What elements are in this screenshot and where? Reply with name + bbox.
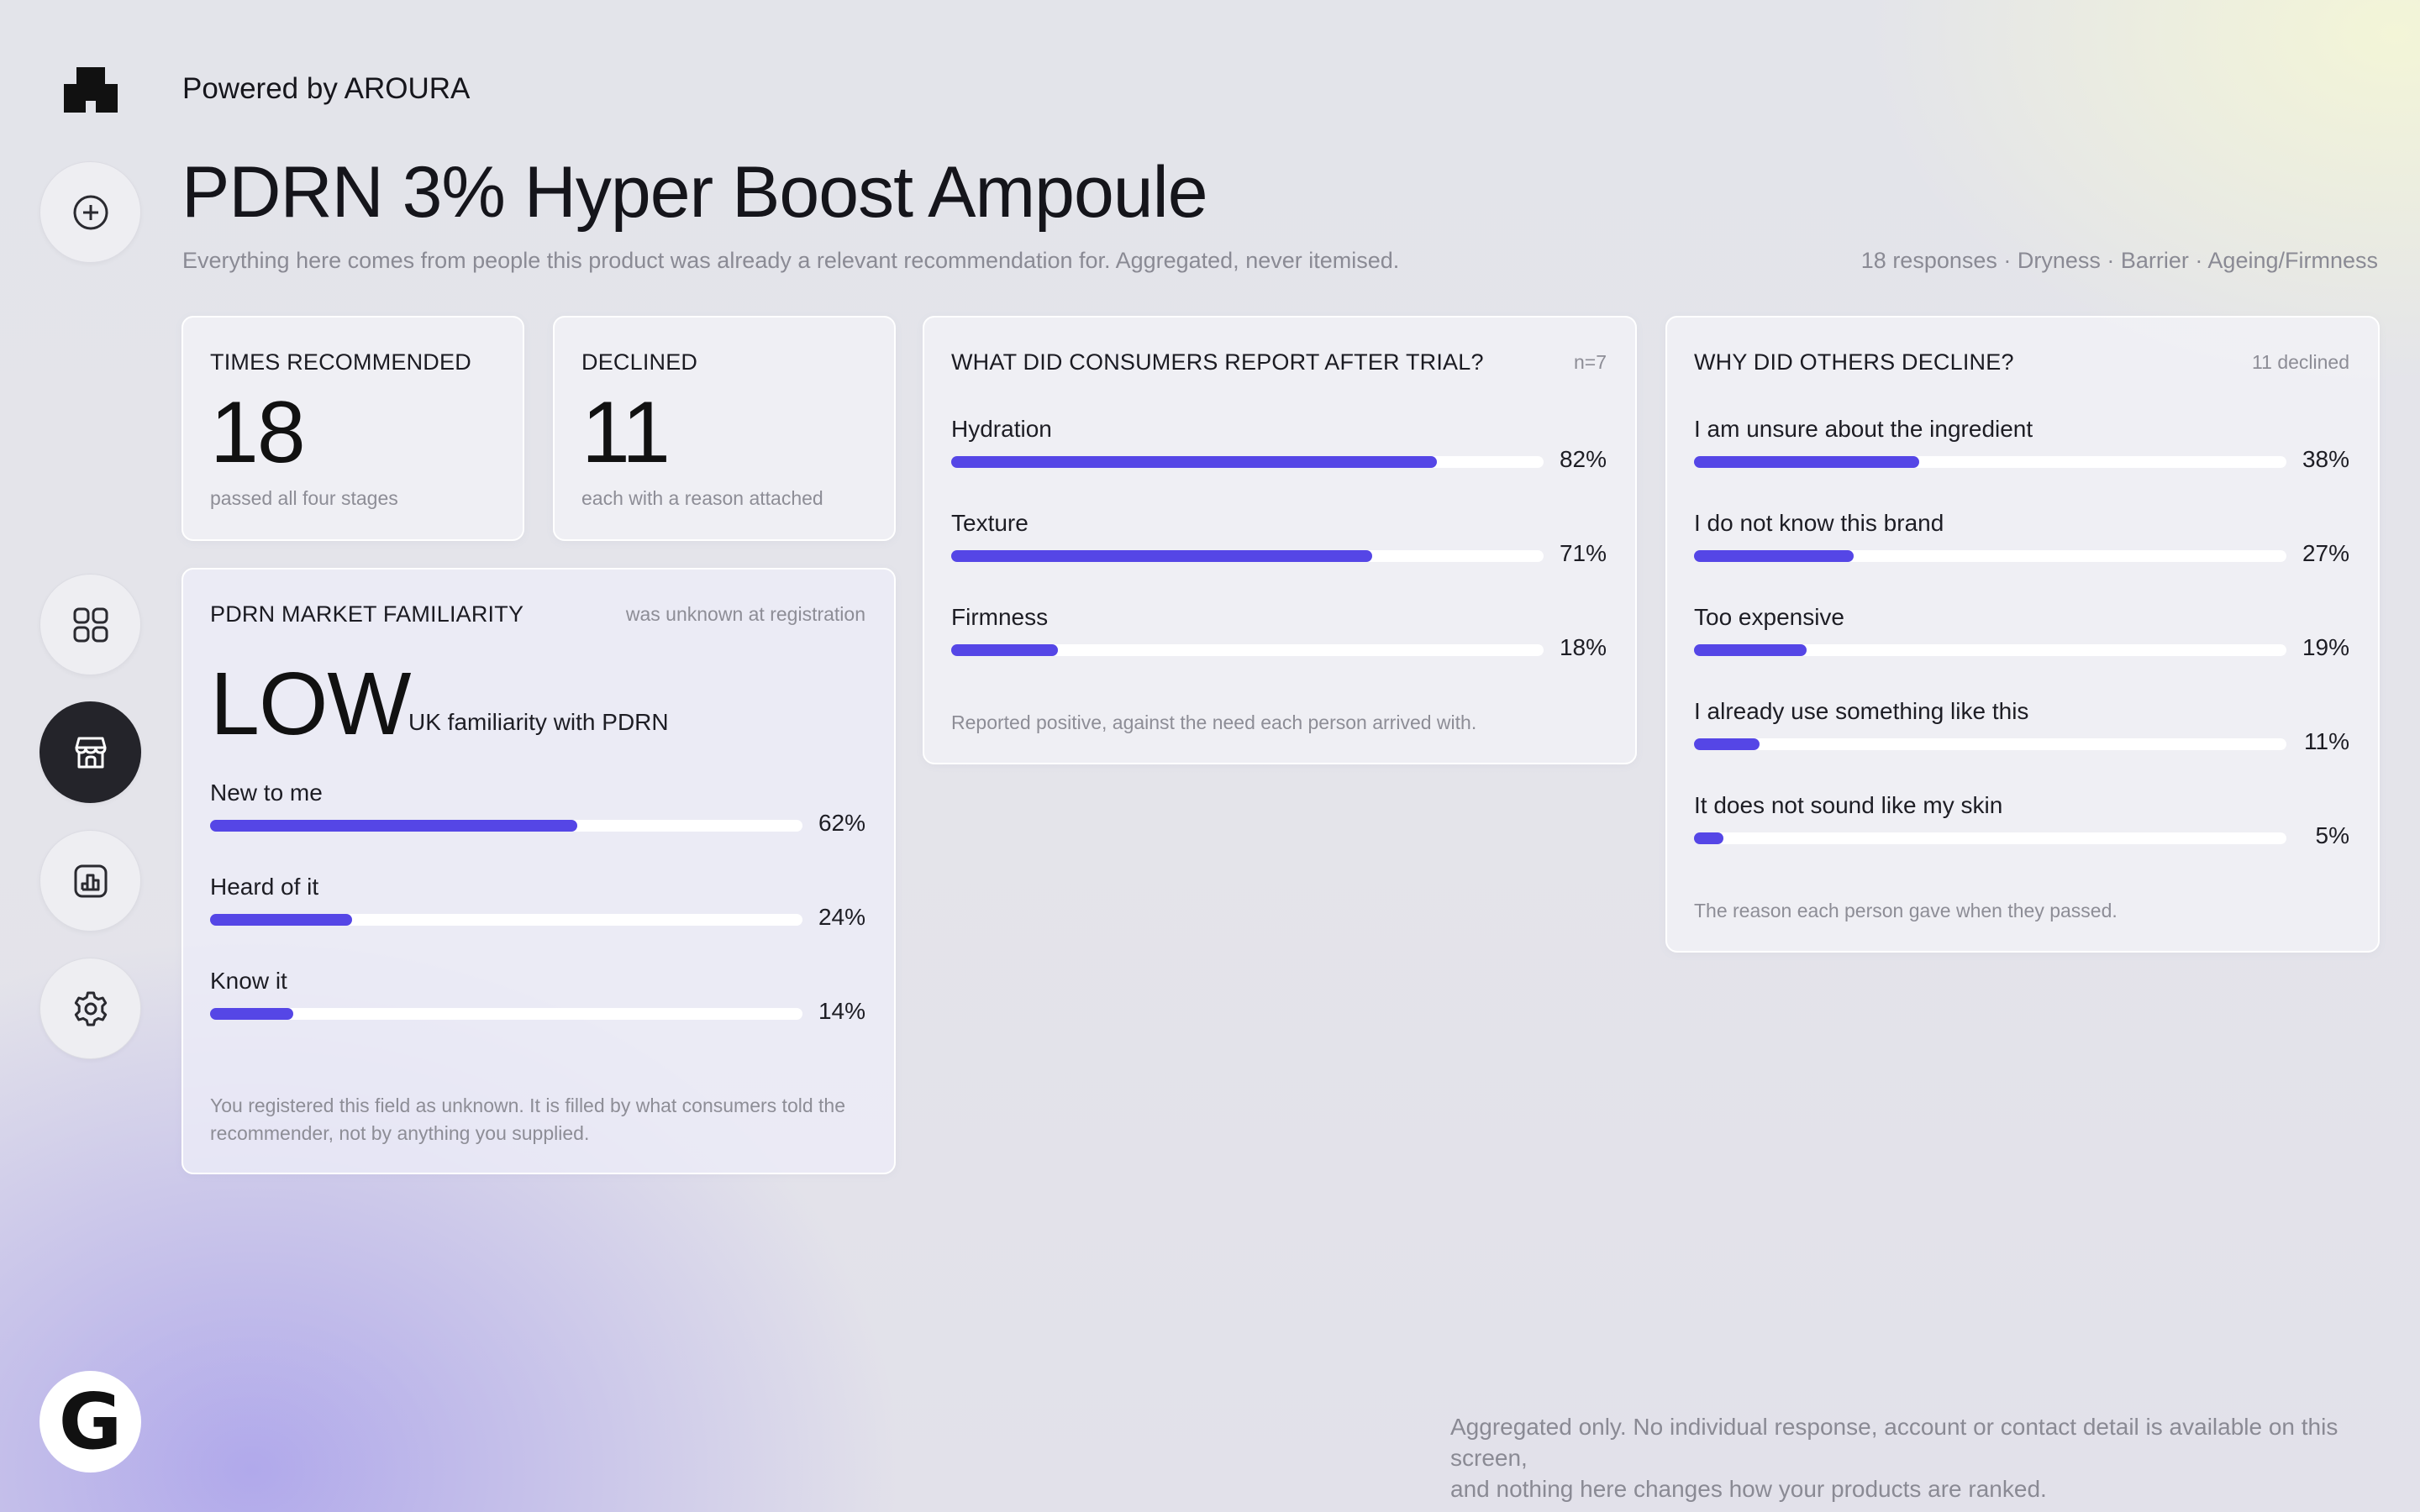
bar-percent: 71% (1559, 540, 1607, 566)
declined-card: DECLINED 11 each with a reason attached (553, 316, 896, 541)
bar-track (1694, 644, 2286, 656)
declined-caption: each with a reason attached (581, 487, 823, 509)
trial-label: WHAT DID CONSUMERS REPORT AFTER TRIAL? (951, 349, 1484, 375)
bar-row: Hydration 82% (951, 416, 1607, 491)
bar-percent: 14% (818, 998, 865, 1024)
decline-card: WHY DID OTHERS DECLINE? 11 declined I am… (1665, 316, 2380, 953)
bar-label: I already use something like this (1694, 698, 2029, 724)
times-recommended-caption: passed all four stages (210, 487, 398, 509)
bar-label: It does not sound like my skin (1694, 792, 2003, 818)
familiarity-card: PDRN MARKET FAMILIARITY was unknown at r… (182, 568, 896, 1174)
familiarity-note: was unknown at registration (625, 603, 865, 625)
bar-label: New to me (210, 780, 323, 806)
bar-fill (1694, 456, 1919, 468)
times-recommended-label: TIMES RECOMMENDED (210, 349, 471, 375)
privacy-note-line-1: Aggregated only. No individual response,… (1450, 1414, 2338, 1471)
bar-percent: 38% (2302, 446, 2349, 472)
bar-percent: 18% (1559, 634, 1607, 660)
familiarity-label: PDRN MARKET FAMILIARITY (210, 601, 524, 627)
bar-percent: 24% (818, 904, 865, 930)
trial-note: n=7 (1573, 351, 1607, 373)
nav-settings-button[interactable] (39, 958, 141, 1059)
nav-analytics-button[interactable] (39, 830, 141, 932)
decline-footnote: The reason each person gave when they pa… (1694, 900, 2118, 921)
bar-label: I do not know this brand (1694, 510, 1944, 536)
gear-icon (74, 991, 107, 1026)
bar-track (210, 1008, 802, 1020)
bar-fill (951, 456, 1438, 468)
bar-row: I am unsure about the ingredient 38% (1694, 416, 2349, 491)
bar-fill (210, 1008, 293, 1020)
familiarity-footnote: You registered this field as unknown. It… (210, 1095, 846, 1144)
bar-label: Know it (210, 968, 287, 994)
powered-by-label: Powered by AROURA (182, 72, 471, 105)
bar-row: Know it 14% (210, 968, 865, 1043)
privacy-note-line-2: and nothing here changes how your produc… (1450, 1476, 2047, 1502)
bar-fill (951, 644, 1058, 656)
bar-percent: 82% (1559, 446, 1607, 472)
bar-row: Too expensive 19% (1694, 604, 2349, 680)
times-recommended-card: TIMES RECOMMENDED 18 passed all four sta… (182, 316, 524, 541)
bar-row: Firmness 18% (951, 604, 1607, 680)
trial-card: WHAT DID CONSUMERS REPORT AFTER TRIAL? n… (923, 316, 1637, 764)
bar-track (210, 820, 802, 832)
profile-badge[interactable]: G (39, 1371, 141, 1473)
bar-track (1694, 832, 2286, 844)
bar-row: Heard of it 24% (210, 874, 865, 949)
grid-icon (73, 607, 108, 642)
bar-track (1694, 456, 2286, 468)
bar-track (951, 550, 1544, 562)
bar-track (951, 456, 1544, 468)
storefront-icon (75, 737, 106, 768)
declined-value: 11 (581, 384, 671, 481)
decline-label: WHY DID OTHERS DECLINE? (1694, 349, 2014, 375)
bar-percent: 11% (2304, 728, 2349, 754)
decline-note: 11 declined (2252, 351, 2349, 373)
bar-row: It does not sound like my skin 5% (1694, 792, 2349, 868)
bar-percent: 5% (2315, 822, 2349, 848)
nav-store-button[interactable] (39, 701, 141, 803)
bar-row: I already use something like this 11% (1694, 698, 2349, 774)
aroura-logo (64, 67, 118, 113)
bar-fill (210, 820, 578, 832)
trial-footnote: Reported positive, against the need each… (951, 711, 1477, 733)
page-subtitle: Everything here comes from people this p… (182, 248, 1400, 273)
familiarity-level: LOW (210, 654, 411, 753)
bar-fill (951, 550, 1372, 562)
response-meta: 18 responses · Dryness · Barrier · Agein… (1860, 248, 2378, 273)
privacy-note: Aggregated only. No individual response,… (1450, 1411, 2420, 1504)
bar-track (951, 644, 1544, 656)
add-button[interactable] (39, 161, 141, 263)
bar-track (1694, 738, 2286, 750)
bar-label: I am unsure about the ingredient (1694, 416, 2033, 442)
bar-row: New to me 62% (210, 780, 865, 855)
bar-track (1694, 550, 2286, 562)
familiarity-level-caption: UK familiarity with PDRN (408, 709, 669, 735)
bar-chart-icon (74, 864, 107, 897)
bar-fill (1694, 832, 1724, 844)
bar-fill (1694, 738, 1760, 750)
bar-track (210, 914, 802, 926)
bar-fill (210, 914, 353, 926)
bar-label: Heard of it (210, 874, 319, 900)
bar-fill (1694, 644, 1807, 656)
bar-percent: 27% (2302, 540, 2349, 566)
bar-percent: 62% (818, 810, 865, 836)
bar-percent: 19% (2302, 634, 2349, 660)
bar-row: Texture 71% (951, 510, 1607, 585)
plus-circle-icon (73, 195, 108, 229)
page-title: PDRN 3% Hyper Boost Ampoule (182, 152, 1208, 233)
nav-dashboard-button[interactable] (39, 574, 141, 675)
declined-label: DECLINED (581, 349, 698, 375)
bar-label: Hydration (951, 416, 1052, 442)
times-recommended-value: 18 (210, 384, 306, 481)
bar-label: Too expensive (1694, 604, 1845, 630)
bar-fill (1694, 550, 1854, 562)
bar-row: I do not know this brand 27% (1694, 510, 2349, 585)
bar-label: Firmness (951, 604, 1049, 630)
bar-label: Texture (951, 510, 1028, 536)
